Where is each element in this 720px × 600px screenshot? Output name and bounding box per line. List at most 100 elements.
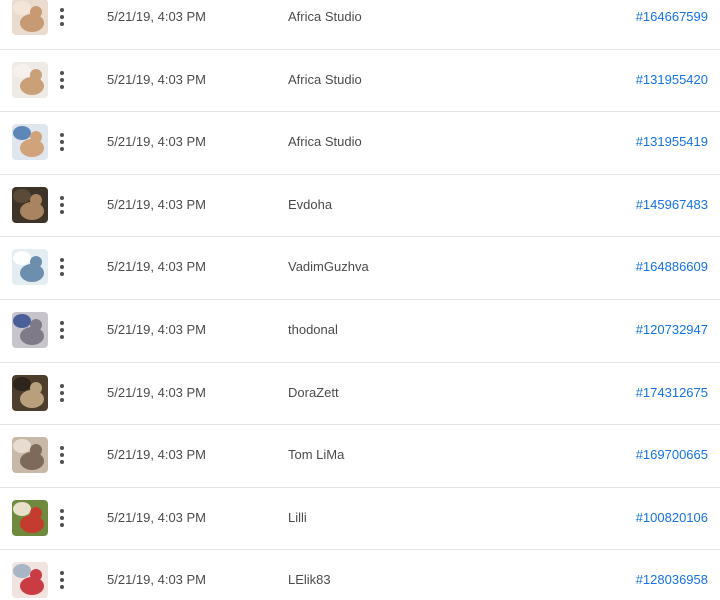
list-item[interactable]: 5/21/19, 4:03 PM Tom LiMa #169700665 [0,425,720,488]
asset-id-link[interactable]: #128036958 [636,550,708,600]
row-date: 5/21/19, 4:03 PM [107,196,207,212]
row-date: 5/21/19, 4:03 PM [107,572,207,588]
asset-thumbnail[interactable] [12,0,48,35]
list-item[interactable]: 5/21/19, 4:03 PM thodonal #120732947 [0,300,720,363]
dot [60,70,64,75]
row-date: 5/21/19, 4:03 PM [107,9,207,24]
list-item[interactable]: 5/21/19, 4:03 PM DoraZett #174312675 [0,363,720,426]
more-options-icon[interactable] [54,381,70,405]
row-author: VadimGuzhva [288,259,369,275]
asset-id-link[interactable]: #164667599 [636,0,708,47]
thumbnail-image [12,249,48,286]
row-author: Africa Studio [288,134,362,150]
dot [60,258,64,263]
row-author: Africa Studio [288,71,362,87]
asset-thumbnail[interactable] [12,437,48,474]
dot [60,334,64,339]
dot [60,84,64,89]
dot [60,508,64,513]
more-options-icon[interactable] [54,443,70,467]
dot [60,446,64,451]
row-author: LElik83 [288,572,331,588]
list-item[interactable]: 5/21/19, 4:03 PM Africa Studio #16466759… [0,0,720,50]
row-date: 5/21/19, 4:03 PM [107,321,207,337]
dot [60,522,64,527]
asset-id-link[interactable]: #164886609 [636,237,708,297]
asset-id-link[interactable]: #145967483 [636,175,708,235]
row-author: DoraZett [288,384,339,400]
dot [60,515,64,520]
thumbnail-image [12,61,48,98]
dot [60,320,64,325]
asset-thumbnail[interactable] [12,186,48,223]
dot [60,327,64,332]
list-item[interactable]: 5/21/19, 4:03 PM Evdoha #145967483 [0,175,720,238]
dot [60,147,64,152]
dot [60,133,64,138]
more-options-icon[interactable] [54,568,70,592]
thumbnail-image [12,499,48,536]
asset-id-link[interactable]: #169700665 [636,425,708,485]
row-date: 5/21/19, 4:03 PM [107,447,207,463]
more-options-icon[interactable] [54,318,70,342]
row-date: 5/21/19, 4:03 PM [107,71,207,87]
thumbnail-image [12,0,48,35]
dot [60,460,64,465]
thumbnail-image [12,374,48,411]
dot [60,140,64,145]
dot [60,383,64,388]
dot [60,265,64,270]
asset-thumbnail[interactable] [12,562,48,599]
asset-id-link[interactable]: #100820106 [636,488,708,548]
thumbnail-image [12,437,48,474]
dot [60,453,64,458]
list-item[interactable]: 5/21/19, 4:03 PM Africa Studio #13195542… [0,50,720,113]
list-item[interactable]: 5/21/19, 4:03 PM Lilli #100820106 [0,488,720,551]
thumbnail-image [12,186,48,223]
more-options-icon[interactable] [54,68,70,92]
dot [60,209,64,214]
asset-id-link[interactable]: #131955420 [636,50,708,110]
row-author: Evdoha [288,196,333,212]
dot [60,397,64,402]
dot [60,585,64,590]
more-options-icon[interactable] [54,193,70,217]
dot [60,195,64,200]
asset-thumbnail[interactable] [12,374,48,411]
asset-thumbnail[interactable] [12,124,48,161]
row-author: Africa Studio [288,9,362,24]
row-date: 5/21/19, 4:03 PM [107,134,207,150]
dot [60,15,64,19]
asset-id-link[interactable]: #131955419 [636,112,708,172]
thumbnail-image [12,124,48,161]
row-author: Tom LiMa [288,447,345,463]
asset-thumbnail[interactable] [12,499,48,536]
asset-id-link[interactable]: #174312675 [636,363,708,423]
asset-thumbnail[interactable] [12,61,48,98]
dot [60,77,64,82]
dot [60,390,64,395]
more-options-icon[interactable] [54,5,70,29]
dot [60,8,64,12]
asset-id-link[interactable]: #120732947 [636,300,708,360]
row-author: thodonal [288,321,338,337]
asset-thumbnail[interactable] [12,311,48,348]
more-options-icon[interactable] [54,506,70,530]
row-author: Lilli [288,509,307,525]
row-date: 5/21/19, 4:03 PM [107,509,207,525]
more-options-icon[interactable] [54,130,70,154]
dot [60,578,64,583]
dot [60,202,64,207]
more-options-icon[interactable] [54,255,70,279]
list-item[interactable]: 5/21/19, 4:03 PM Africa Studio #13195541… [0,112,720,175]
row-date: 5/21/19, 4:03 PM [107,384,207,400]
asset-list: 5/21/19, 4:03 PM Africa Studio #16466759… [0,0,720,599]
thumbnail-image [12,562,48,599]
asset-thumbnail[interactable] [12,249,48,286]
list-item[interactable]: 5/21/19, 4:03 PM VadimGuzhva #164886609 [0,237,720,300]
thumbnail-image [12,311,48,348]
dot [60,571,64,576]
row-date: 5/21/19, 4:03 PM [107,259,207,275]
dot [60,272,64,277]
list-item[interactable]: 5/21/19, 4:03 PM LElik83 #128036958 [0,550,720,600]
